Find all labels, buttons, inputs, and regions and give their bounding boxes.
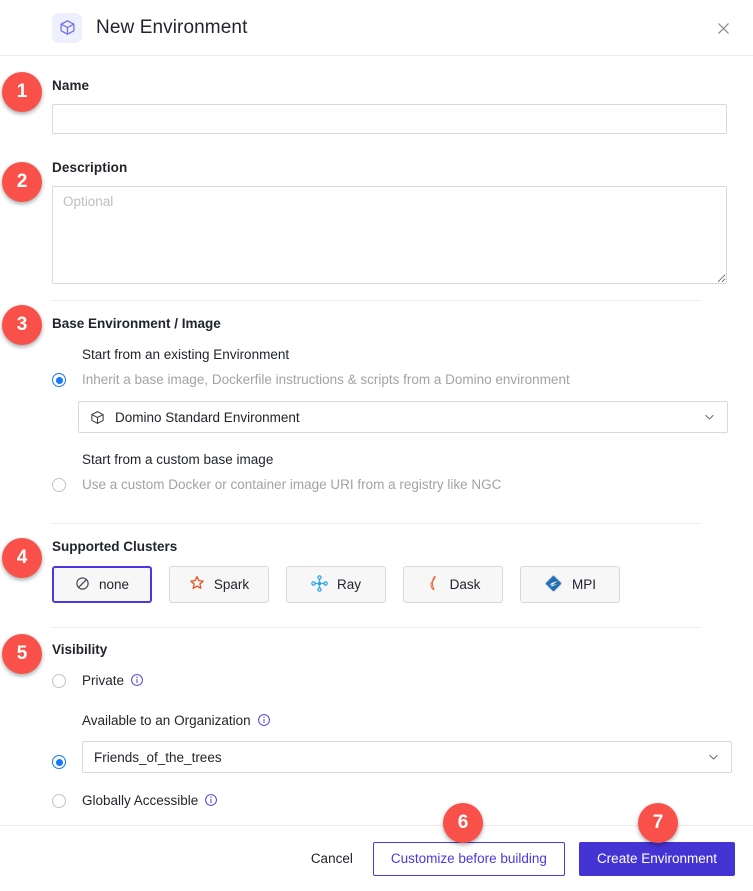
base-option-custom[interactable]: Start from a custom base image Use a cus…: [52, 450, 727, 495]
cluster-chip-list: none Spark Ray Dask MPI: [52, 566, 727, 603]
chevron-down-icon: [707, 751, 720, 764]
base-option-custom-title: Start from a custom base image: [82, 452, 274, 467]
radio-globally-accessible[interactable]: [52, 794, 66, 808]
visibility-private-label: Private: [82, 671, 144, 691]
chevron-down-icon: [703, 411, 716, 424]
step-badge-2: 2: [2, 162, 42, 202]
step-badge-4: 4: [2, 538, 42, 578]
cluster-chip-ray[interactable]: Ray: [286, 566, 386, 603]
description-label: Description: [52, 160, 128, 175]
organization-select[interactable]: Friends_of_the_trees: [82, 741, 732, 773]
radio-existing-environment[interactable]: [52, 373, 66, 387]
visibility-global-label: Globally Accessible: [82, 791, 218, 811]
supported-clusters-section: Supported Clusters none Spark Ray Dask M…: [0, 524, 727, 603]
name-label: Name: [52, 78, 90, 93]
cube-icon: [52, 12, 82, 43]
base-environment-section: Base Environment / Image Start from an e…: [0, 301, 728, 495]
step-badge-6: 6: [443, 803, 483, 843]
cluster-chip-spark[interactable]: Spark: [169, 566, 269, 603]
base-option-custom-description: Use a custom Docker or container image U…: [82, 477, 502, 492]
customize-before-building-button[interactable]: Customize before building: [372, 841, 565, 876]
base-option-existing-title: Start from an existing Environment: [82, 347, 290, 362]
cluster-chip-dask-label: Dask: [449, 577, 481, 592]
cluster-chip-mpi[interactable]: MPI: [520, 566, 620, 603]
base-option-existing[interactable]: Start from an existing Environment Inher…: [52, 345, 727, 390]
visibility-title: Visibility: [52, 642, 108, 657]
cube-icon: [90, 410, 105, 425]
cluster-chip-dask[interactable]: Dask: [403, 566, 503, 603]
cancel-button[interactable]: Cancel: [305, 851, 359, 866]
new-environment-modal: New Environment Name Description Base En…: [0, 0, 753, 891]
modal-footer: Cancel Customize before building Create …: [0, 825, 753, 891]
create-environment-button[interactable]: Create Environment: [578, 841, 735, 876]
close-icon[interactable]: [711, 16, 735, 40]
cluster-chip-mpi-label: MPI: [571, 577, 596, 592]
radio-available-to-organization[interactable]: [52, 755, 66, 769]
organization-select-value: Friends_of_the_trees: [94, 749, 222, 765]
info-icon[interactable]: [130, 673, 144, 687]
cluster-chip-spark-label: Spark: [213, 577, 250, 592]
spark-star-icon: [189, 575, 205, 594]
no-entry-icon: [75, 576, 90, 594]
step-badge-3: 3: [2, 305, 42, 345]
visibility-option-global[interactable]: Globally Accessible: [52, 791, 727, 811]
name-section: Name: [0, 56, 727, 134]
visibility-option-private[interactable]: Private: [52, 671, 727, 691]
description-section: Description: [0, 134, 727, 284]
visibility-section: Visibility Private Available to an Organ…: [0, 628, 732, 811]
cluster-chip-ray-label: Ray: [336, 577, 361, 592]
description-textarea[interactable]: [52, 186, 727, 284]
base-option-existing-description: Inherit a base image, Dockerfile instruc…: [82, 372, 570, 387]
visibility-option-organization[interactable]: Available to an Organization Friends_of_…: [52, 711, 732, 773]
step-badge-7: 7: [638, 803, 678, 843]
base-environment-select-value: Domino Standard Environment: [115, 409, 300, 425]
cluster-chip-none[interactable]: none: [52, 566, 152, 603]
visibility-organization-label: Available to an Organization: [82, 711, 732, 731]
base-environment-title: Base Environment / Image: [52, 316, 221, 331]
modal-header: New Environment: [0, 0, 753, 56]
name-input[interactable]: [52, 104, 727, 134]
step-badge-5: 5: [2, 634, 42, 674]
base-environment-select[interactable]: Domino Standard Environment: [78, 401, 728, 433]
info-icon[interactable]: [257, 713, 271, 727]
ray-nodes-icon: [311, 574, 328, 595]
page-title: New Environment: [96, 16, 248, 38]
dask-flame-icon: [426, 575, 441, 594]
supported-clusters-title: Supported Clusters: [52, 539, 178, 554]
cluster-chip-none-label: none: [98, 577, 130, 592]
radio-private[interactable]: [52, 674, 66, 688]
step-badge-1: 1: [2, 72, 42, 112]
info-icon[interactable]: [204, 793, 218, 807]
mpi-diamond-icon: [544, 574, 563, 596]
radio-custom-base-image[interactable]: [52, 478, 66, 492]
modal-body: Name Description Base Environment / Imag…: [0, 56, 753, 825]
